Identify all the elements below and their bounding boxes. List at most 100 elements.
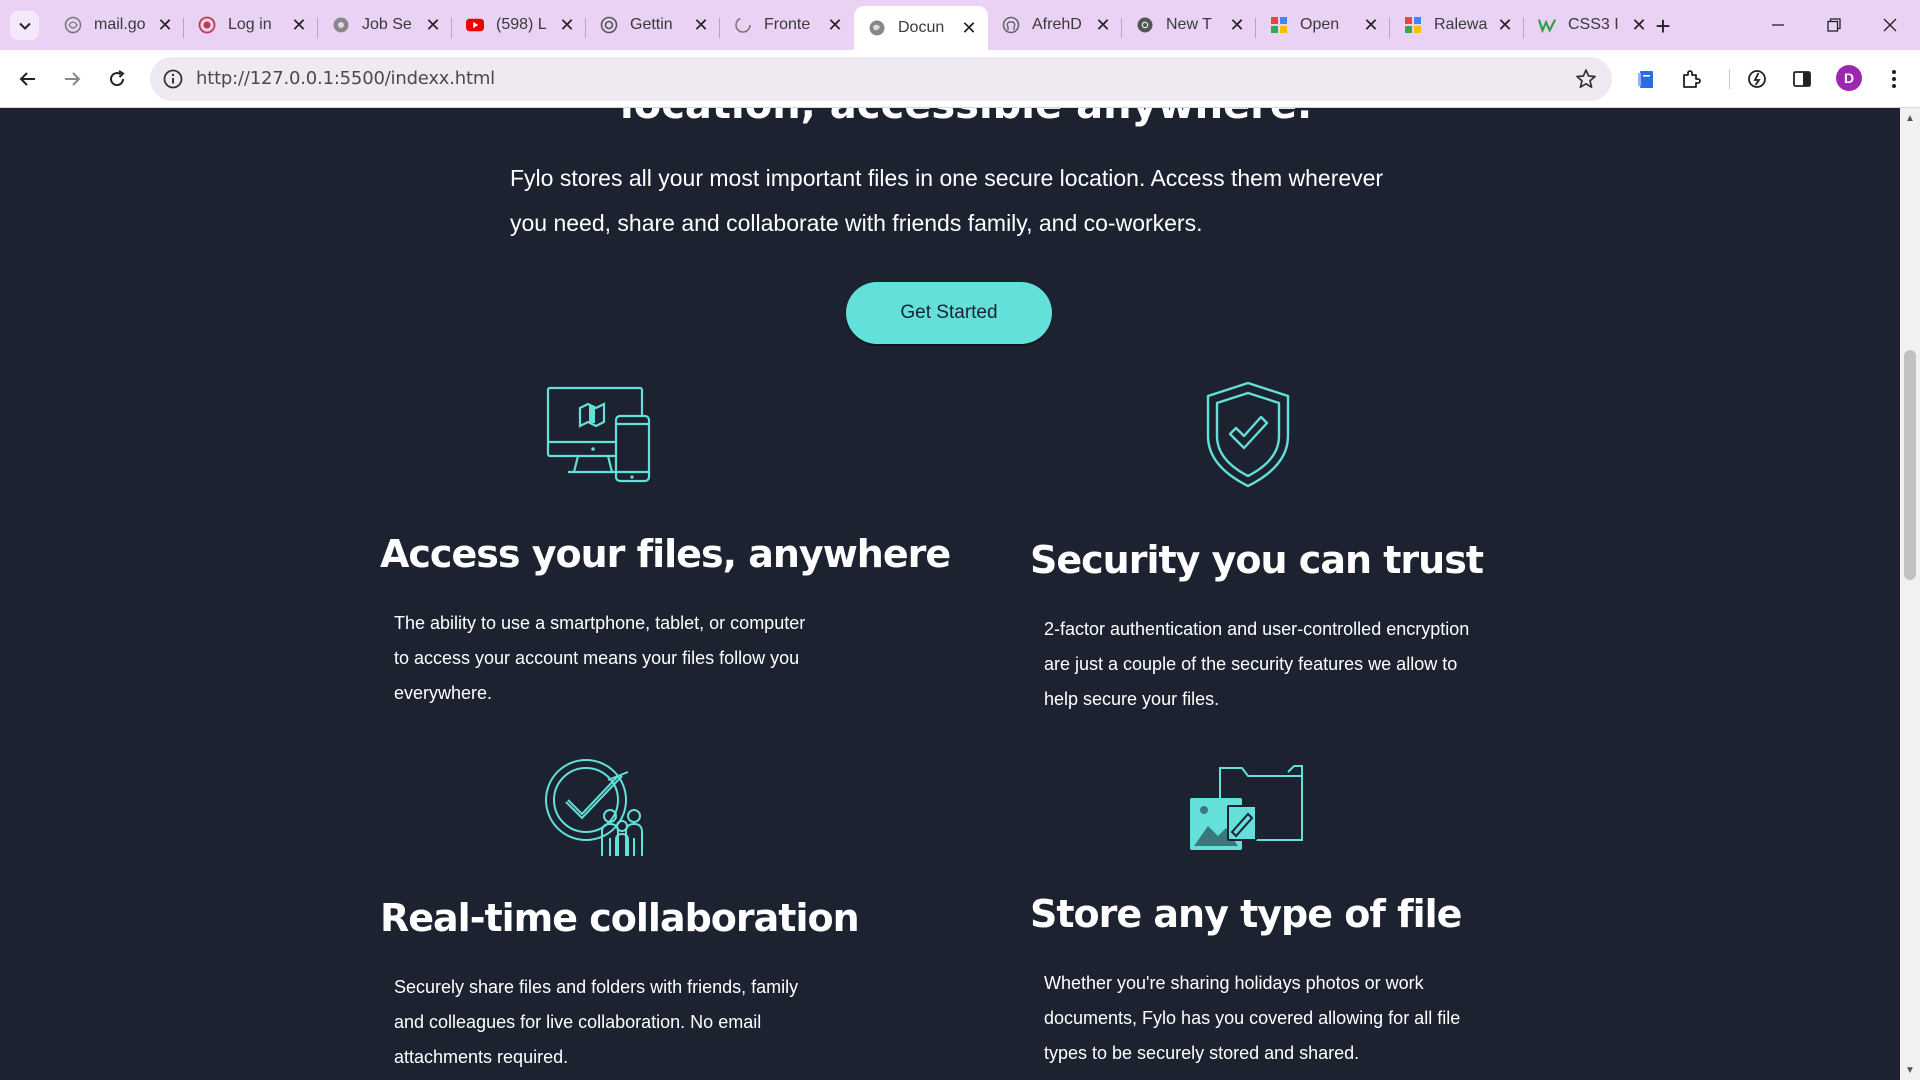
profile-avatar[interactable]: D <box>1836 65 1862 91</box>
page-scrollbar[interactable]: ▲ ▼ <box>1900 108 1920 1080</box>
side-panel-button[interactable] <box>1784 61 1820 97</box>
globe-icon <box>332 16 350 34</box>
speedometer-icon <box>1748 70 1766 88</box>
tab-document[interactable]: Docun ✕ <box>854 6 988 50</box>
tab-login[interactable]: Log in ✕ <box>184 6 318 44</box>
arrow-right-icon <box>65 72 81 86</box>
document-extension-icon <box>1638 71 1653 88</box>
globe-icon <box>64 16 82 34</box>
back-button[interactable] <box>10 61 46 97</box>
get-started-button[interactable]: Get Started <box>846 282 1052 344</box>
address-bar[interactable]: http://127.0.0.1:5500/indexx.html <box>150 57 1612 101</box>
github-icon <box>1002 16 1020 34</box>
tab-label: Fronte <box>764 16 811 33</box>
feature-description: Securely share files and folders with fr… <box>394 977 799 1067</box>
plus-icon: + <box>1655 10 1671 41</box>
browser-toolbar: http://127.0.0.1:5500/indexx.html D <box>0 50 1920 108</box>
tab-job-search[interactable]: Job Se ✕ <box>318 6 452 44</box>
reload-button[interactable] <box>99 61 135 97</box>
site-info-icon[interactable] <box>162 68 184 95</box>
close-icon[interactable]: ✕ <box>1228 15 1246 35</box>
hero-heading: location, accessible anywhere. <box>620 108 1320 128</box>
chrome-icon <box>1136 16 1154 34</box>
feature-title: Access your files, anywhere <box>380 532 951 576</box>
feature-title: Real-time collaboration <box>380 896 860 940</box>
tab-label: Gettin <box>630 16 673 33</box>
toolbar-divider <box>1729 69 1730 89</box>
close-icon[interactable]: ✕ <box>424 15 442 35</box>
menu-button[interactable] <box>1876 61 1912 97</box>
kebab-menu-icon <box>1892 70 1896 88</box>
forward-button[interactable] <box>54 61 90 97</box>
close-window-button[interactable] <box>1862 8 1918 42</box>
feature-description: Whether you're sharing holidays photos o… <box>1044 973 1461 1063</box>
minimize-button[interactable] <box>1750 8 1806 42</box>
w-icon <box>1538 16 1556 34</box>
devices-icon <box>546 386 651 483</box>
minimize-icon <box>1772 24 1784 26</box>
feature-description: The ability to use a smartphone, tablet,… <box>394 613 806 703</box>
hero-intro: Fylo stores all your most important file… <box>510 165 1384 236</box>
scroll-down-icon[interactable]: ▼ <box>1904 1064 1916 1076</box>
feature-title: Store any type of file <box>1030 892 1462 936</box>
tab-label: mail.go <box>94 16 146 33</box>
extension-button[interactable] <box>1628 61 1664 97</box>
close-icon[interactable]: ✕ <box>826 15 844 35</box>
close-icon[interactable]: ✕ <box>1094 15 1112 35</box>
tab-strip: mail.go ✕ Log in ✕ Job Se ✕ (598) L ✕ Ge… <box>0 0 1920 50</box>
tab-mail[interactable]: mail.go ✕ <box>50 6 184 44</box>
close-icon[interactable]: ✕ <box>1496 15 1514 35</box>
close-icon[interactable]: ✕ <box>1362 15 1380 35</box>
tab-label: Ralewa <box>1434 16 1488 33</box>
puzzle-icon <box>1404 16 1422 34</box>
record-icon <box>198 16 216 34</box>
new-tab-button[interactable]: + <box>1648 11 1678 41</box>
tab-label: CSS3 I <box>1568 16 1619 33</box>
youtube-icon <box>466 16 484 34</box>
reload-icon <box>110 70 125 87</box>
globe-icon <box>868 19 886 37</box>
puzzle-icon <box>1683 70 1701 88</box>
shield-check-icon <box>1206 381 1290 488</box>
tab-getting-started[interactable]: Gettin ✕ <box>586 6 720 44</box>
close-icon <box>1883 18 1897 32</box>
globe-icon <box>600 16 618 34</box>
loading-icon <box>734 16 752 34</box>
feature-description: 2-factor authentication and user-control… <box>1044 619 1470 709</box>
extensions-button[interactable] <box>1673 61 1709 97</box>
star-icon[interactable] <box>1574 67 1598 96</box>
collaboration-icon <box>545 759 643 856</box>
close-icon[interactable]: ✕ <box>960 18 978 38</box>
close-icon[interactable]: ✕ <box>290 15 308 35</box>
restore-icon <box>1827 18 1841 32</box>
tab-css3[interactable]: CSS3 I ✕ <box>1524 6 1658 44</box>
tab-open[interactable]: Open ✕ <box>1256 6 1390 44</box>
tab-label: AfrehD <box>1032 16 1082 33</box>
tab-label: New T <box>1166 16 1212 33</box>
restore-button[interactable] <box>1806 8 1862 42</box>
tab-new-tab[interactable]: New T ✕ <box>1122 6 1256 44</box>
side-panel-icon <box>1793 71 1811 87</box>
close-icon[interactable]: ✕ <box>558 15 576 35</box>
feature-title: Security you can trust <box>1030 538 1484 582</box>
folder-files-icon <box>1190 765 1303 850</box>
tab-search-button[interactable] <box>10 11 39 40</box>
tab-youtube[interactable]: (598) L ✕ <box>452 6 586 44</box>
close-icon[interactable]: ✕ <box>692 15 710 35</box>
tab-label: Job Se <box>362 16 412 33</box>
close-icon[interactable]: ✕ <box>1630 15 1648 35</box>
performance-button[interactable] <box>1739 61 1775 97</box>
scrollbar-thumb[interactable] <box>1904 350 1916 580</box>
scroll-up-icon[interactable]: ▲ <box>1904 112 1916 124</box>
chevron-down-icon <box>18 22 31 30</box>
tab-github[interactable]: AfrehD ✕ <box>988 6 1122 44</box>
tab-raleway[interactable]: Ralewa ✕ <box>1390 6 1524 44</box>
tab-label: Open <box>1300 16 1340 33</box>
tab-label: Docun <box>898 19 945 36</box>
tab-frontend[interactable]: Fronte ✕ <box>720 6 854 44</box>
tab-list: mail.go ✕ Log in ✕ Job Se ✕ (598) L ✕ Ge… <box>50 6 1658 50</box>
url-text[interactable]: http://127.0.0.1:5500/indexx.html <box>196 68 495 89</box>
close-icon[interactable]: ✕ <box>156 15 174 35</box>
tab-label: Log in <box>228 16 272 33</box>
tab-label: (598) L <box>496 16 547 33</box>
